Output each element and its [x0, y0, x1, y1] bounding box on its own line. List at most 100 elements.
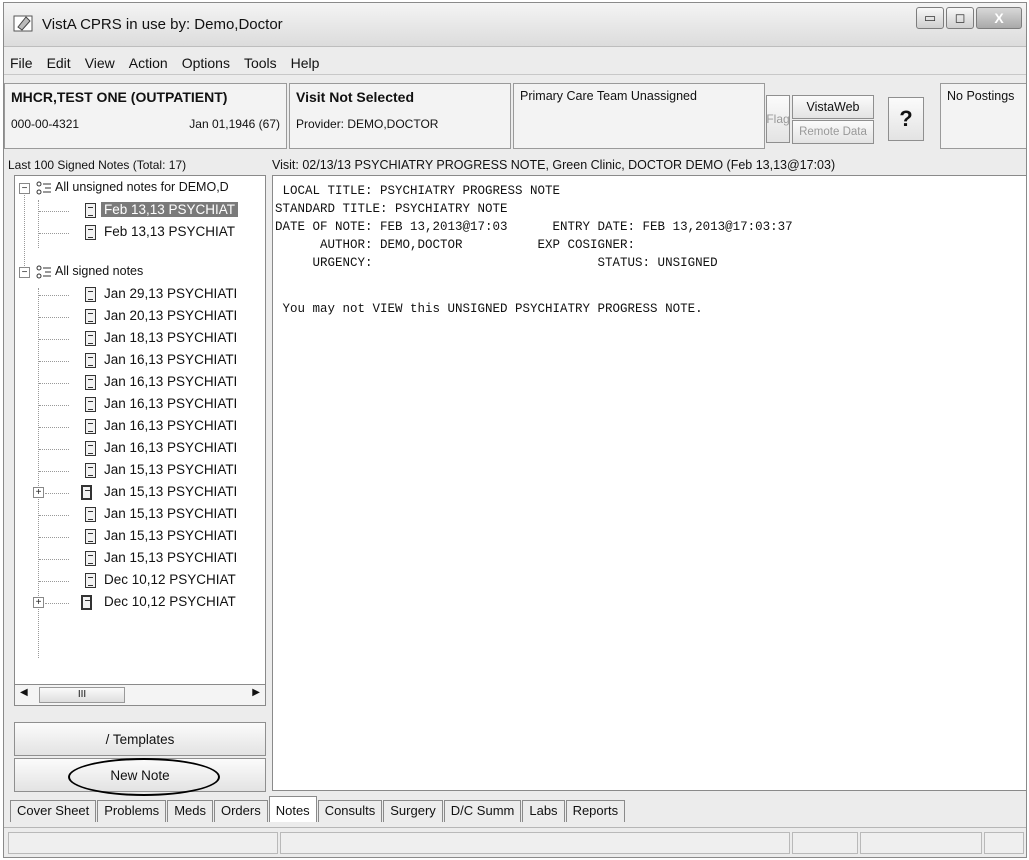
- tab-cover-sheet[interactable]: Cover Sheet: [10, 800, 97, 822]
- note-addendum-icon: [81, 595, 92, 610]
- tree-note-label: Feb 13,13 PSYCHIAT: [101, 202, 239, 217]
- tab-notes[interactable]: Notes: [268, 796, 317, 822]
- maximize-icon: ◻: [954, 10, 966, 25]
- tree-note-item[interactable]: Jan 29,13 PSYCHIATI: [15, 284, 265, 306]
- tree-note-item[interactable]: Jan 16,13 PSYCHIATI: [15, 438, 265, 460]
- tree-note-item[interactable]: Jan 20,13 PSYCHIATI: [15, 306, 265, 328]
- scroll-right-icon[interactable]: ▶: [252, 687, 260, 698]
- tab-reports[interactable]: Reports: [565, 800, 626, 822]
- tree-note-label: Dec 10,12 PSYCHIAT: [104, 572, 236, 587]
- note-line: You may not VIEW this UNSIGNED PSYCHIATR…: [275, 302, 703, 316]
- close-button[interactable]: X: [976, 7, 1022, 29]
- tab-dc-summ[interactable]: D/C Summ: [443, 800, 522, 822]
- tree-note-label: Jan 15,13 PSYCHIATI: [104, 528, 238, 543]
- tree-note-label: Jan 20,13 PSYCHIATI: [104, 308, 238, 323]
- tree-note-item[interactable]: Jan 15,13 PSYCHIATI: [15, 526, 265, 548]
- note-icon: [85, 419, 96, 434]
- status-panel: [8, 832, 278, 854]
- minimize-button[interactable]: ▭: [916, 7, 944, 29]
- tree-note-item[interactable]: Jan 16,13 PSYCHIATI: [15, 350, 265, 372]
- tab-orders[interactable]: Orders: [213, 800, 268, 822]
- provider-label: Provider: DEMO,DOCTOR: [296, 117, 439, 131]
- remote-data-button[interactable]: Remote Data: [792, 120, 874, 144]
- window-title: VistA CPRS in use by: Demo,Doctor: [42, 16, 283, 33]
- collapse-icon[interactable]: −: [19, 267, 30, 278]
- tree-note-item[interactable]: Jan 15,13 PSYCHIATI: [15, 548, 265, 570]
- tree-group-signed[interactable]: − All signed notes: [15, 262, 265, 284]
- menu-options[interactable]: Options: [182, 55, 230, 71]
- primary-care-button[interactable]: Primary Care Team Unassigned: [513, 83, 765, 149]
- cprs-window: VistA CPRS in use by: Demo,Doctor ▭ ◻ X …: [3, 2, 1027, 858]
- status-panel: [280, 832, 790, 854]
- note-text-area[interactable]: LOCAL TITLE: PSYCHIATRY PROGRESS NOTE ST…: [272, 175, 1026, 791]
- tree-horizontal-scrollbar[interactable]: ◀ III ▶: [14, 684, 266, 706]
- tree-note-item[interactable]: Jan 16,13 PSYCHIATI: [15, 416, 265, 438]
- tree-group-label: All unsigned notes for DEMO,D: [55, 180, 229, 194]
- tab-problems[interactable]: Problems: [97, 800, 167, 822]
- close-icon: X: [994, 10, 1004, 26]
- menu-edit[interactable]: Edit: [47, 55, 71, 71]
- tab-meds[interactable]: Meds: [167, 800, 213, 822]
- tab-surgery[interactable]: Surgery: [383, 800, 443, 822]
- patient-bar: MHCR,TEST ONE (OUTPATIENT) 000-00-4321 J…: [4, 83, 1026, 149]
- patient-ssn: 000-00-4321: [11, 117, 80, 131]
- note-icon: [85, 225, 96, 240]
- menu-tools[interactable]: Tools: [244, 55, 277, 71]
- minimize-icon: ▭: [923, 10, 937, 25]
- visit-info-button[interactable]: Visit Not Selected Provider: DEMO,DOCTOR: [289, 83, 511, 149]
- expand-icon[interactable]: +: [33, 487, 44, 498]
- tree-note-item[interactable]: Jan 15,13 PSYCHIATI: [15, 460, 265, 482]
- highlight-circle: [68, 758, 220, 796]
- tree-note-item[interactable]: Feb 13,13 PSYCHIAT: [15, 200, 265, 222]
- vistaweb-label: VistaWeb: [806, 100, 860, 114]
- tree-note-item[interactable]: + Dec 10,12 PSYCHIAT: [15, 592, 265, 614]
- menu-action[interactable]: Action: [129, 55, 168, 71]
- note-icon: [85, 353, 96, 368]
- tree-note-label: Jan 15,13 PSYCHIATI: [104, 484, 238, 499]
- tree-note-label: Jan 15,13 PSYCHIATI: [104, 462, 238, 477]
- postings-button[interactable]: No Postings: [940, 83, 1026, 149]
- templates-button-label: / Templates: [105, 731, 175, 747]
- tree-note-item[interactable]: Dec 10,12 PSYCHIAT: [15, 570, 265, 592]
- note-addendum-icon: [81, 485, 92, 500]
- tree-note-item[interactable]: Jan 16,13 PSYCHIATI: [15, 372, 265, 394]
- expand-icon[interactable]: +: [33, 597, 44, 608]
- tree-note-item[interactable]: Feb 13,13 PSYCHIAT: [15, 222, 265, 244]
- visit-status: Visit Not Selected: [296, 89, 415, 105]
- menu-help[interactable]: Help: [291, 55, 320, 71]
- tree-note-label: Jan 15,13 PSYCHIATI: [104, 506, 238, 521]
- menu-view[interactable]: View: [85, 55, 115, 71]
- notes-list-header: Last 100 Signed Notes (Total: 17): [8, 158, 187, 172]
- tab-consults[interactable]: Consults: [317, 800, 383, 822]
- menu-file[interactable]: File: [10, 55, 33, 71]
- tree-note-item[interactable]: Jan 15,13 PSYCHIATI: [15, 504, 265, 526]
- app-icon: [13, 15, 33, 32]
- tree-note-label: Feb 13,13 PSYCHIAT: [104, 224, 236, 239]
- help-button[interactable]: ?: [888, 97, 924, 141]
- tree-note-item[interactable]: Jan 18,13 PSYCHIATI: [15, 328, 265, 350]
- vistaweb-button[interactable]: VistaWeb: [792, 95, 874, 119]
- notes-tree[interactable]: − All unsigned notes for DEMO,D Feb 13,1…: [14, 175, 266, 685]
- scroll-left-icon[interactable]: ◀: [20, 687, 28, 698]
- flag-label: Flag: [766, 112, 790, 126]
- tree-note-label: Dec 10,12 PSYCHIAT: [104, 594, 236, 609]
- patient-dob: Jan 01,1946 (67): [189, 117, 280, 131]
- tab-labs[interactable]: Labs: [522, 800, 565, 822]
- note-line: LOCAL TITLE: PSYCHIATRY PROGRESS NOTE: [275, 184, 561, 198]
- maximize-button[interactable]: ◻: [946, 7, 974, 29]
- note-icon: [85, 463, 96, 478]
- note-icon: [85, 441, 96, 456]
- tree-note-label: Jan 15,13 PSYCHIATI: [104, 550, 238, 565]
- note-line: DATE OF NOTE: FEB 13,2013@17:03 ENTRY DA…: [275, 220, 793, 234]
- templates-button[interactable]: / Templates: [14, 722, 266, 756]
- flag-button[interactable]: Flag: [766, 95, 790, 143]
- collapse-icon[interactable]: −: [19, 183, 30, 194]
- patient-info-button[interactable]: MHCR,TEST ONE (OUTPATIENT) 000-00-4321 J…: [4, 83, 287, 149]
- tree-note-item[interactable]: Jan 16,13 PSYCHIATI: [15, 394, 265, 416]
- tree-group-label: All signed notes: [55, 264, 144, 278]
- tree-group-unsigned[interactable]: − All unsigned notes for DEMO,D: [15, 178, 265, 200]
- tree-note-item[interactable]: + Jan 15,13 PSYCHIATI: [15, 482, 265, 504]
- scrollbar-thumb[interactable]: III: [39, 687, 125, 703]
- tree-note-label: Jan 16,13 PSYCHIATI: [104, 396, 238, 411]
- note-line: AUTHOR: DEMO,DOCTOR EXP COSIGNER:: [275, 238, 636, 252]
